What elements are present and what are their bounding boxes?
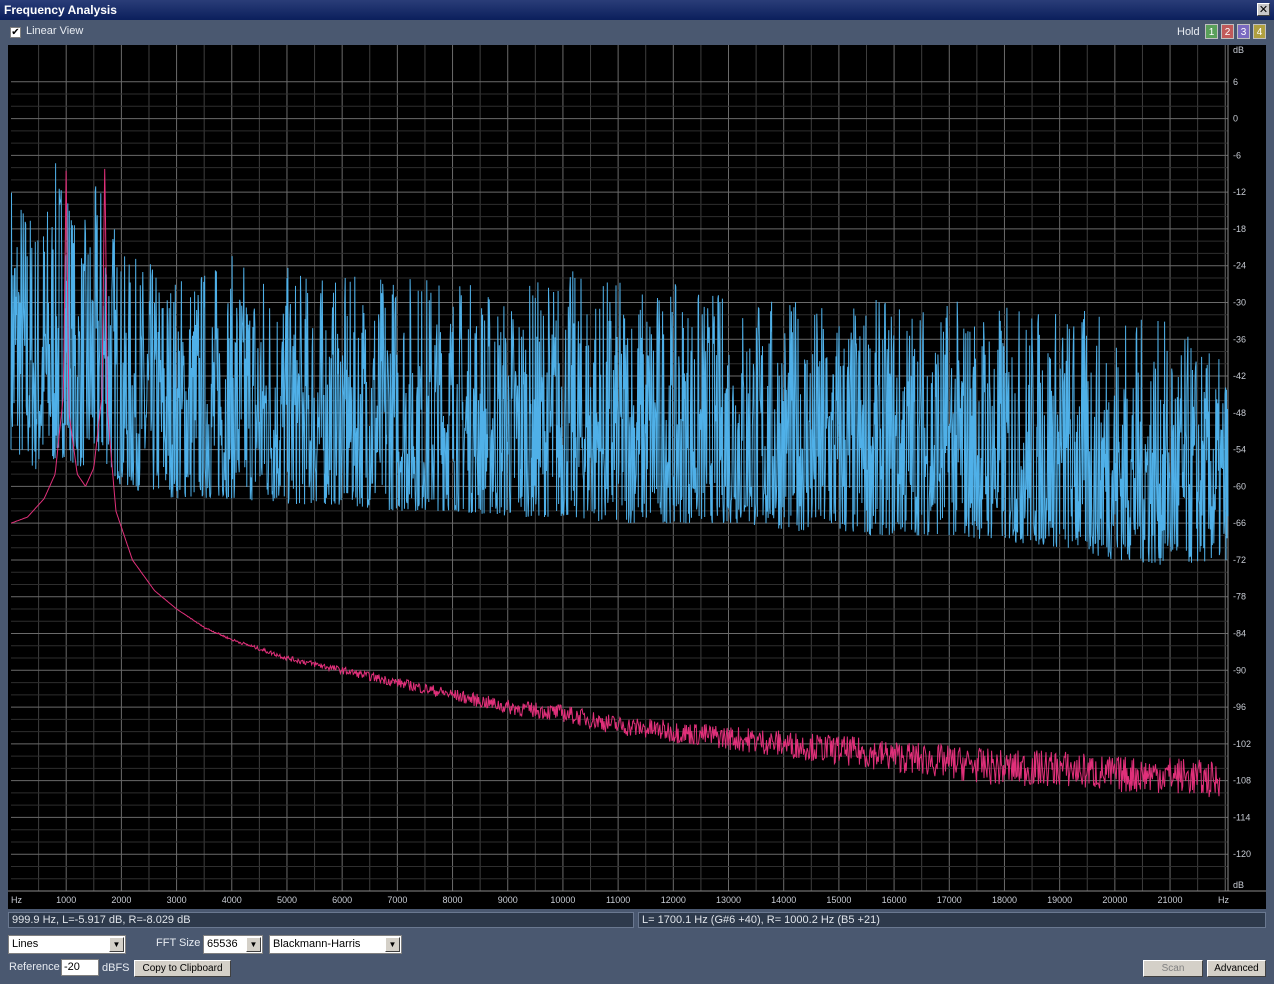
x-tick-label: 18000 xyxy=(992,895,1017,905)
y-tick-label: -90 xyxy=(1233,665,1246,675)
hold-label: Hold xyxy=(1177,26,1200,38)
window-type-select[interactable]: Blackmann-Harris ▼ xyxy=(269,935,402,954)
y-tick-label: -96 xyxy=(1233,702,1246,712)
x-tick-label: 15000 xyxy=(826,895,851,905)
chevron-down-icon[interactable]: ▼ xyxy=(246,937,261,952)
y-tick-label: -42 xyxy=(1233,371,1246,381)
y-tick-label: -48 xyxy=(1233,408,1246,418)
y-tick-label: -6 xyxy=(1233,150,1241,160)
y-tick-label: -78 xyxy=(1233,592,1246,602)
fft-size-value: 65536 xyxy=(207,938,238,950)
display-mode-select[interactable]: Lines ▼ xyxy=(8,935,126,954)
y-tick-label: -12 xyxy=(1233,187,1246,197)
x-unit-label: Hz xyxy=(11,895,22,905)
y-tick-label: -60 xyxy=(1233,481,1246,491)
hold-button-3[interactable]: 3 xyxy=(1237,24,1250,39)
y-tick-label: -66 xyxy=(1233,518,1246,528)
hold-button-4[interactable]: 4 xyxy=(1253,24,1266,39)
reference-unit: dBFS xyxy=(102,962,130,974)
toolbar: ✔ Linear View Hold 1 2 3 4 xyxy=(0,20,1274,44)
window-title: Frequency Analysis xyxy=(4,3,117,17)
y-tick-label: -108 xyxy=(1233,776,1251,786)
linear-view-checkbox[interactable]: ✔ xyxy=(10,27,21,38)
y-tick-label: -24 xyxy=(1233,261,1246,271)
reference-label: Reference xyxy=(9,961,60,973)
y-tick-label: -84 xyxy=(1233,629,1246,639)
x-tick-label: 9000 xyxy=(498,895,518,905)
x-tick-label: 11000 xyxy=(606,895,630,905)
x-tick-label: 1000 xyxy=(56,895,76,905)
y-tick-label: -120 xyxy=(1233,849,1251,859)
x-tick-label: 14000 xyxy=(771,895,796,905)
title-bar: Frequency Analysis ✕ xyxy=(0,0,1274,20)
x-tick-label: 3000 xyxy=(167,895,187,905)
x-tick-label: 17000 xyxy=(937,895,962,905)
peak-readout: L= 1700.1 Hz (G#6 +40), R= 1000.2 Hz (B5… xyxy=(638,912,1266,928)
y-tick-label: -102 xyxy=(1233,739,1251,749)
spectrum-chart[interactable]: 1000 2000 3000 4000 5000 6000 7000 8000 9000 1000… xyxy=(8,45,1266,909)
reference-input[interactable]: -20 xyxy=(61,959,99,976)
close-icon[interactable]: ✕ xyxy=(1257,3,1270,16)
y-unit-label: dB xyxy=(1233,880,1244,890)
spectrum-plot[interactable]: 1000 2000 3000 4000 5000 6000 7000 8000 9000 1000… xyxy=(8,45,1266,909)
y-tick-label: -114 xyxy=(1233,812,1250,822)
cursor-readout: 999.9 Hz, L=-5.917 dB, R=-8.029 dB xyxy=(8,912,634,928)
x-tick-label: 21000 xyxy=(1158,895,1183,905)
display-mode-value: Lines xyxy=(12,938,39,950)
x-unit-label: Hz xyxy=(1218,895,1229,905)
y-tick-label: 0 xyxy=(1233,114,1238,124)
y-tick-label: -18 xyxy=(1233,224,1246,234)
hold-button-2[interactable]: 2 xyxy=(1221,24,1234,39)
y-tick-label: 6 xyxy=(1233,77,1238,87)
copy-to-clipboard-button[interactable]: Copy to Clipboard xyxy=(134,960,231,977)
x-tick-label: 12000 xyxy=(661,895,686,905)
window-type-value: Blackmann-Harris xyxy=(273,938,361,950)
x-tick-label: 8000 xyxy=(443,895,463,905)
x-tick-label: 13000 xyxy=(716,895,741,905)
x-tick-label: 2000 xyxy=(111,895,131,905)
chevron-down-icon[interactable]: ▼ xyxy=(385,937,400,952)
fft-size-select[interactable]: 65536 ▼ xyxy=(203,935,263,954)
x-tick-label: 5000 xyxy=(277,895,297,905)
y-tick-label: -54 xyxy=(1233,445,1246,455)
chevron-down-icon[interactable]: ▼ xyxy=(109,937,124,952)
x-tick-label: 6000 xyxy=(332,895,352,905)
linear-view-label: Linear View xyxy=(26,25,84,37)
x-tick-label: 7000 xyxy=(387,895,407,905)
scan-button[interactable]: Scan xyxy=(1143,960,1203,977)
y-tick-label: -36 xyxy=(1233,334,1246,344)
x-tick-label: 4000 xyxy=(222,895,242,905)
x-tick-label: 20000 xyxy=(1102,895,1127,905)
y-tick-label: -72 xyxy=(1233,555,1246,565)
y-unit-label: dB xyxy=(1233,45,1244,55)
x-tick-label: 19000 xyxy=(1047,895,1072,905)
x-tick-label: 10000 xyxy=(550,895,575,905)
hold-button-1[interactable]: 1 xyxy=(1205,24,1218,39)
y-tick-label: -30 xyxy=(1233,297,1246,307)
fft-size-label: FFT Size xyxy=(156,937,201,949)
x-tick-label: 16000 xyxy=(882,895,907,905)
advanced-button[interactable]: Advanced xyxy=(1207,960,1266,977)
